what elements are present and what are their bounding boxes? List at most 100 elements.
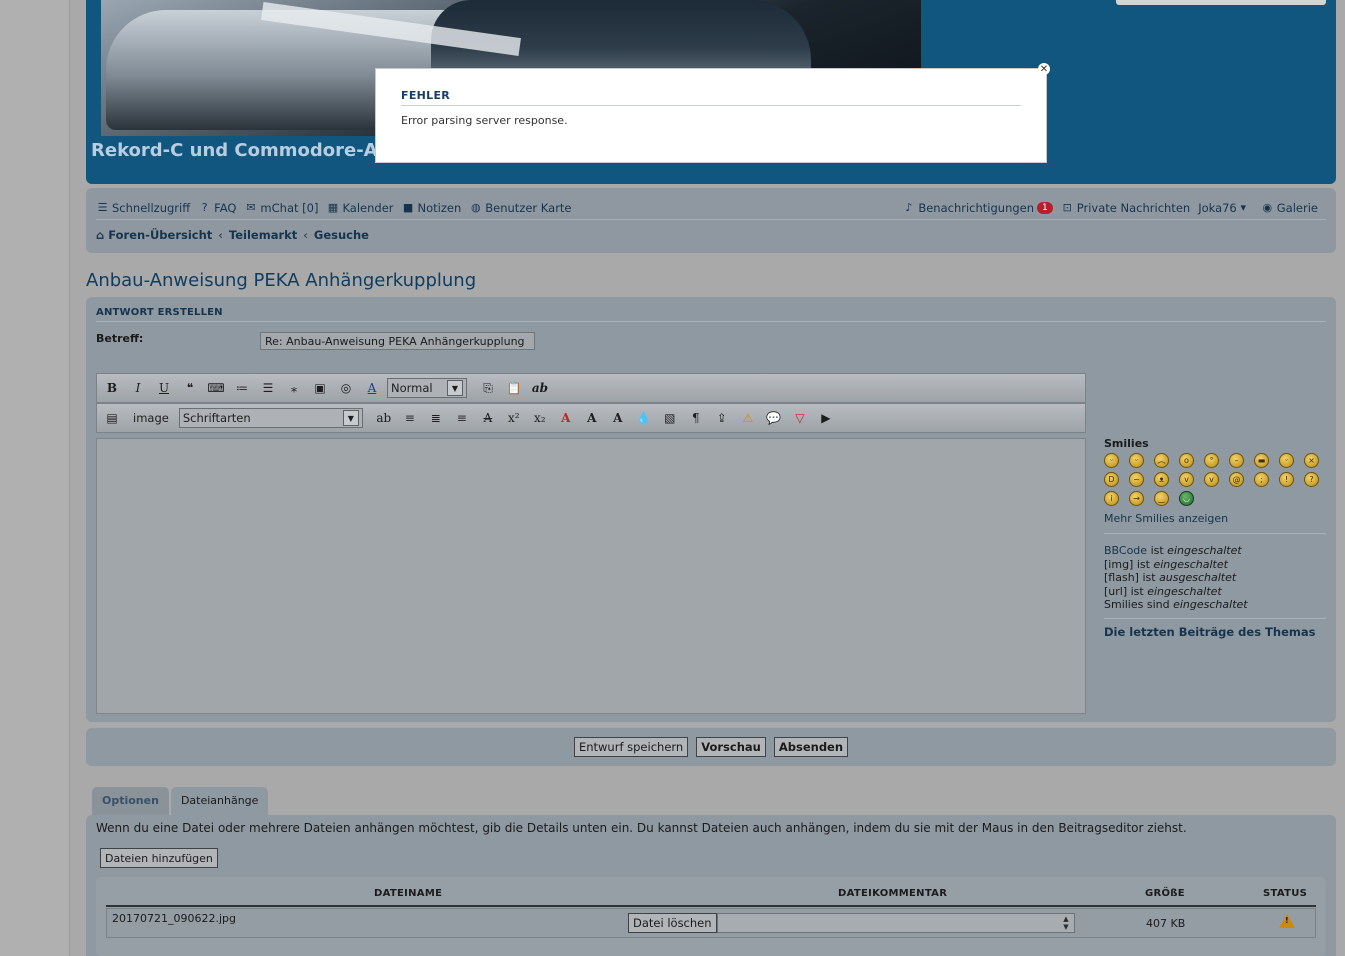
search-box[interactable] [1116,0,1326,5]
nav-faq[interactable]: ? FAQ [198,201,237,215]
save-draft-button[interactable]: Entwurf speichern [573,737,689,757]
warning-icon[interactable]: ⚠ [737,408,759,428]
smiley-icon[interactable]: i [1104,491,1119,506]
smiley-icon[interactable]: – [1229,453,1244,468]
delete-file-button[interactable]: Datei löschen [628,913,717,933]
column-header-comment: DATEIKOMMENTAR [838,888,948,899]
highlight-icon[interactable]: ab [373,408,395,428]
copy-icon[interactable]: ⎘ [477,378,499,398]
smiley-icon[interactable]: ︵ [1154,453,1169,468]
tab-bar: Optionen Dateianhänge [92,787,270,815]
triangle-icon[interactable]: ▽ [789,408,811,428]
smiley-icon[interactable]: ᵕ [1104,453,1119,468]
smiley-icon[interactable]: v [1179,472,1194,487]
font-color-icon[interactable]: A [361,378,383,398]
drop-icon[interactable]: 💧 [633,408,655,428]
nav-user-menu[interactable]: Joka76 ▾ [1198,201,1253,215]
nav-mchat[interactable]: ✉ mChat [0] [244,201,318,215]
add-files-button[interactable]: Dateien hinzufügen [100,848,218,868]
smiley-icon[interactable]: v [1204,472,1219,487]
underline-button[interactable]: U [153,378,175,398]
smiley-icon[interactable]: ᴥ [1154,472,1169,487]
smiley-icon[interactable]: ~ [1129,472,1144,487]
page-title[interactable]: Anbau-Anweisung PEKA Anhängerkupplung [86,270,476,291]
nav-quick-access[interactable]: ☰ Schnellzugriff [96,201,191,215]
column-header-size: GRÖßE [1145,888,1185,899]
smiley-icon[interactable]: ᵕ [1129,453,1144,468]
smiley-icon[interactable]: ▬ [1254,453,1269,468]
text-shadow-icon[interactable]: A [581,408,603,428]
play-icon[interactable]: ▶ [815,408,837,428]
align-justify-icon[interactable]: ≣ [425,408,447,428]
italic-button[interactable]: I [127,378,149,398]
image-icon[interactable]: ▣ [309,378,331,398]
gradient-icon[interactable]: ▧ [659,408,681,428]
more-smilies-link[interactable]: Mehr Smilies anzeigen [1104,512,1326,534]
align-right-icon[interactable]: ≡ [451,408,473,428]
smiley-icon[interactable]: ? [1304,472,1319,487]
text-outline-icon[interactable]: A [555,408,577,428]
font-family-select[interactable]: Schriftarten ▼ [178,408,363,428]
bold-button[interactable]: B [101,378,123,398]
message-textarea[interactable] [96,438,1086,714]
bullet-list-icon[interactable]: ≔ [231,378,253,398]
subscript-icon[interactable]: x₂ [529,408,551,428]
submit-button[interactable]: Absenden [773,737,849,757]
bbcode-link[interactable]: BBCode [1104,544,1147,557]
paste-icon[interactable]: 📋 [503,378,525,398]
numbered-list-icon[interactable]: ☰ [257,378,279,398]
subject-input[interactable]: Re: Anbau-Anweisung PEKA Anhängerkupplun… [260,332,535,350]
nav-notes[interactable]: ■ Notizen [402,200,462,215]
image-label[interactable]: image [133,411,169,425]
font-size-select[interactable]: Normal ▼ [387,378,467,398]
breadcrumb-forum-index[interactable]: Foren-Übersicht [108,228,212,242]
tab-options[interactable]: Optionen [92,787,169,815]
document-icon[interactable]: ▤ [101,408,123,428]
site-title[interactable]: Rekord-C und Commodore-A F [91,140,396,161]
last-posts-link[interactable]: Die letzten Beiträge des Themas [1104,625,1326,639]
close-icon[interactable]: ✕ [1038,63,1050,75]
rule-state: eingeschaltet [1167,544,1242,557]
nav-private-messages[interactable]: ⊡ Private Nachrichten [1061,201,1191,215]
superscript-icon[interactable]: x² [503,408,525,428]
attachment-filename[interactable]: 20170721_090622.jpg [112,912,236,925]
nav-label: Notizen [417,200,462,215]
link-icon[interactable]: ◎ [335,378,357,398]
spellcheck-icon[interactable]: ab [529,378,551,398]
breadcrumb-teilemarkt[interactable]: Teilemarkt [229,228,297,242]
nav-calendar[interactable]: ▦ Kalender [326,201,394,215]
rule-text: [flash] ist [1104,571,1156,584]
tab-attachments[interactable]: Dateianhänge [170,787,269,815]
smiley-icon[interactable]: → [1129,491,1144,506]
list-item-icon[interactable]: ⁎ [283,378,305,398]
attachment-comment-input[interactable]: ▲ ▼ [717,913,1075,933]
spinner-icon[interactable]: ▲ ▼ [1060,915,1072,931]
text-glow-icon[interactable]: A [607,408,629,428]
smiley-icon[interactable]: ◡ [1179,491,1194,506]
smiley-icon[interactable]: o [1179,453,1194,468]
smiley-icon[interactable]: ° [1204,453,1219,468]
attachments-info: Wenn du eine Datei oder mehrere Dateien … [96,821,1187,835]
smiley-icon[interactable]: ‿ [1154,491,1169,506]
smiley-icon[interactable]: D [1104,472,1119,487]
strikethrough-icon[interactable]: A [477,408,499,428]
smiley-icon[interactable]: @ [1229,472,1244,487]
preview-button[interactable]: Vorschau [696,737,766,757]
smiley-icon[interactable]: ! [1279,472,1294,487]
quote-icon[interactable]: ❝ [179,378,201,398]
breadcrumb-gesuche[interactable]: Gesuche [314,228,369,242]
notifications-badge: 1 [1037,201,1053,214]
smiley-icon[interactable]: ᵕ [1279,453,1294,468]
nav-notifications[interactable]: ♪ Benachrichtigungen 1 [902,201,1053,215]
direction-icon[interactable]: ¶ [685,408,707,428]
align-center-icon[interactable]: ≡ [399,408,421,428]
nav-gallery[interactable]: ◉ Galerie [1261,201,1318,215]
upload-icon[interactable]: ⇪ [711,408,733,428]
speech-icon[interactable]: 💬 [763,408,785,428]
breadcrumb-separator: ‹ [218,228,223,242]
code-icon[interactable]: ⌨ [205,378,227,398]
smiley-icon[interactable]: ; [1254,472,1269,487]
smiley-icon[interactable]: × [1304,453,1319,468]
nav-user-map[interactable]: ◍ Benutzer Karte [469,201,572,215]
globe-icon: ◍ [470,201,481,214]
